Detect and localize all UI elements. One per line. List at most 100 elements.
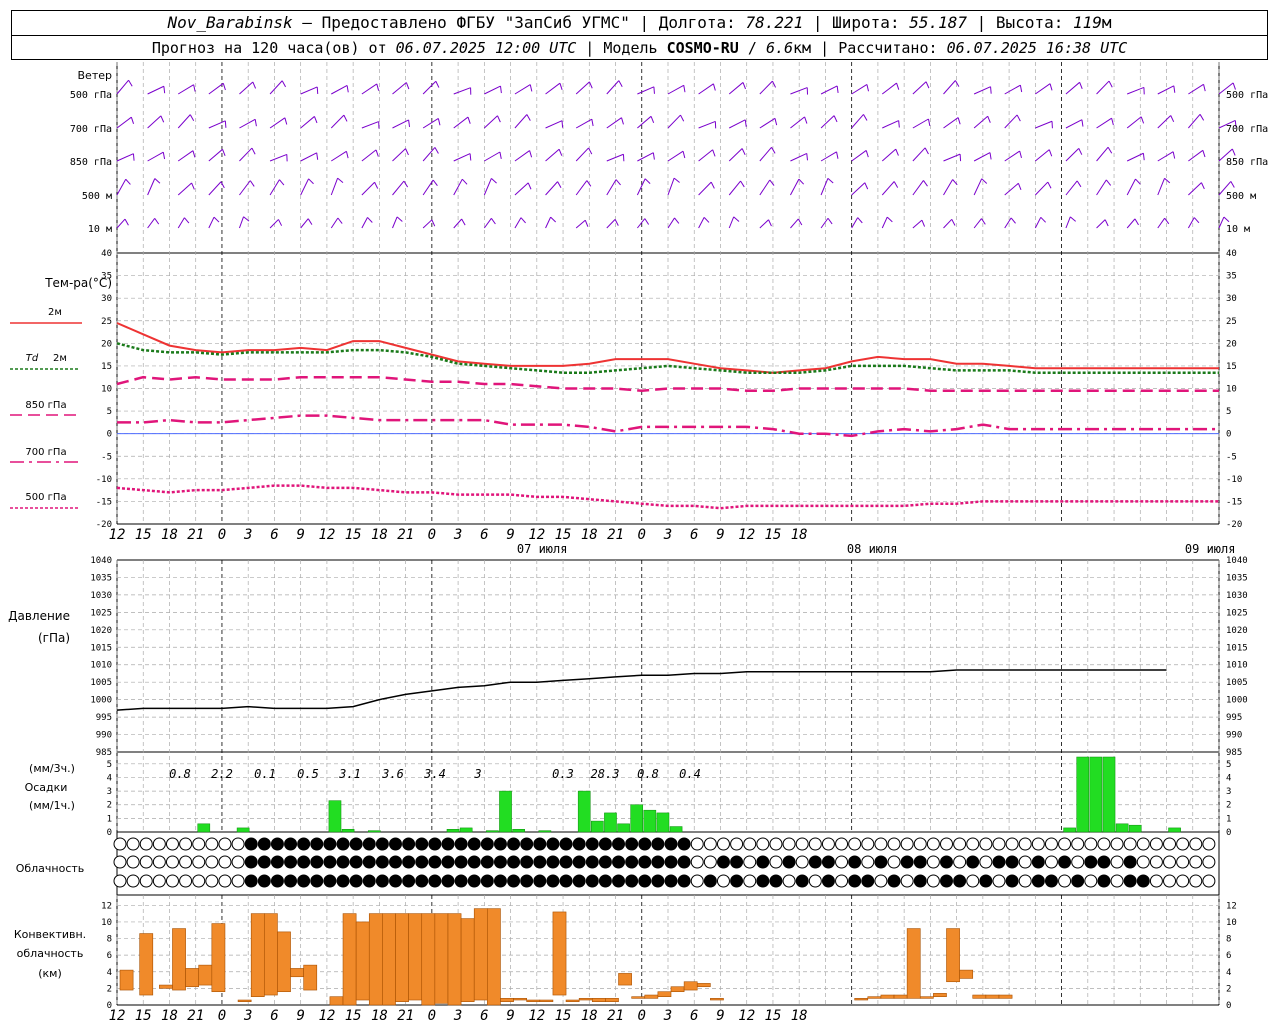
- cloud-symbol: [349, 837, 363, 851]
- wind-barb: [238, 216, 245, 229]
- cloud-symbol: [165, 874, 179, 888]
- time-tick-label: 9: [296, 527, 304, 543]
- wind-barb: [1035, 149, 1050, 162]
- wind-barb: [177, 217, 185, 229]
- wind-level-label: 500 м: [82, 191, 112, 202]
- wind-barb-flag: [804, 116, 808, 124]
- wind-barb-flag: [618, 80, 623, 87]
- press-tick-label: 1020: [90, 626, 112, 636]
- wind-barb-flag: [1108, 80, 1113, 88]
- conv-tick-label: 2: [107, 984, 112, 994]
- conv-bar: [552, 911, 567, 996]
- precip-bar: [499, 790, 512, 833]
- time-tick-label: 15: [765, 527, 782, 543]
- conv-bar: [854, 998, 869, 1001]
- cloud-symbol: [664, 874, 678, 888]
- cloud-symbol: [441, 874, 455, 888]
- wind-barb-flag: [1048, 149, 1053, 157]
- wind-barb-flag: [921, 219, 926, 227]
- cloud-symbol: [677, 855, 691, 869]
- time-tick-label: 21: [187, 527, 204, 543]
- cloud-symbol: [887, 837, 901, 851]
- cloud-symbol: [821, 837, 835, 851]
- cloud-symbol: [113, 837, 127, 851]
- wind-barb-flag: [193, 84, 196, 92]
- wind-barb-flag: [591, 119, 594, 127]
- cloud-symbol: [415, 855, 429, 869]
- wind-barb: [116, 179, 127, 196]
- wind-barb: [330, 217, 339, 229]
- conv-bar: [119, 969, 134, 991]
- wind-barb: [147, 85, 165, 95]
- cloud-symbol: [218, 855, 232, 869]
- cloud-symbol: [992, 837, 1006, 851]
- wind-barb-flag: [1076, 180, 1082, 188]
- cloud-symbol: [848, 874, 862, 888]
- wind-barb: [331, 84, 348, 95]
- date-label: 09 июля: [1185, 542, 1236, 556]
- cloud-symbol: [349, 874, 363, 888]
- cloud-symbol: [165, 855, 179, 869]
- wind-barb-flag: [307, 218, 313, 225]
- date-label: 08 июля: [847, 542, 898, 556]
- wind-barb-flag: [1078, 148, 1083, 155]
- precip-bar: [1102, 756, 1116, 833]
- time-tick-label: 18: [161, 527, 178, 543]
- cloud-symbol: [1071, 874, 1085, 888]
- cloud-symbol: [257, 855, 271, 869]
- wind-barb: [514, 217, 522, 229]
- conv-bar: [237, 999, 252, 1002]
- wind-barb-flag: [1079, 82, 1083, 90]
- press-tick-label: 1010: [90, 661, 112, 671]
- wind-barb: [912, 180, 924, 196]
- wind-barb-flag: [674, 217, 680, 224]
- conv-bar: [290, 968, 304, 978]
- temp-tick-label-right: 40: [1226, 249, 1237, 259]
- time-tick-label: 12: [738, 1008, 755, 1024]
- wind-barb: [453, 153, 471, 162]
- wind-barb-flag: [405, 82, 410, 90]
- legend-500-label: 500 гПа: [25, 492, 66, 503]
- press-tick-label-right: 1035: [1226, 573, 1248, 583]
- conv-tick-label: 6: [107, 951, 112, 961]
- time-tick-label: 12: [738, 527, 755, 543]
- cloud-symbol: [467, 837, 481, 851]
- cloud-symbol: [1110, 837, 1124, 851]
- wind-barb: [208, 216, 215, 229]
- wind-barb: [1126, 86, 1145, 95]
- wind-barb: [392, 82, 407, 95]
- cloud-symbol: [1202, 837, 1216, 851]
- wind-barb-flag: [558, 149, 563, 156]
- cloud-symbol: [756, 855, 770, 869]
- wind-barb: [1126, 116, 1142, 129]
- wind-barb-flag: [154, 178, 161, 184]
- precip-tick-label-right: 0: [1226, 828, 1231, 838]
- conv-bar: [880, 994, 895, 999]
- cloud-symbol: [900, 874, 914, 888]
- wind-barb: [851, 182, 866, 196]
- wind-barb-flag: [990, 86, 992, 94]
- press-tick-label-right: 1005: [1226, 678, 1248, 688]
- precip-bar: [538, 830, 552, 833]
- cloud-symbol: [480, 874, 494, 888]
- cloud-symbol: [1149, 874, 1163, 888]
- time-tick-label: 15: [765, 1008, 782, 1024]
- cloud-symbol: [1058, 855, 1072, 869]
- wind-barb: [1065, 148, 1080, 162]
- wind-barb-flag: [1111, 118, 1114, 126]
- wind-barb-flag: [469, 153, 472, 161]
- wind-barb: [300, 152, 317, 162]
- wind-barb: [882, 120, 899, 129]
- cloud-symbol: [1018, 837, 1032, 851]
- wind-barb: [728, 148, 743, 162]
- wind-barb-flag: [308, 178, 314, 185]
- cloud-symbol: [205, 855, 219, 869]
- wind-barb-flag: [836, 85, 839, 93]
- wind-barb-flag: [1081, 119, 1084, 127]
- wind-barb: [392, 216, 398, 229]
- wind-barb-flag: [1231, 148, 1236, 156]
- cloud-symbol: [638, 837, 652, 851]
- cloud-symbol: [690, 874, 704, 888]
- conv-bar: [972, 994, 987, 999]
- cloud-symbol: [585, 855, 599, 869]
